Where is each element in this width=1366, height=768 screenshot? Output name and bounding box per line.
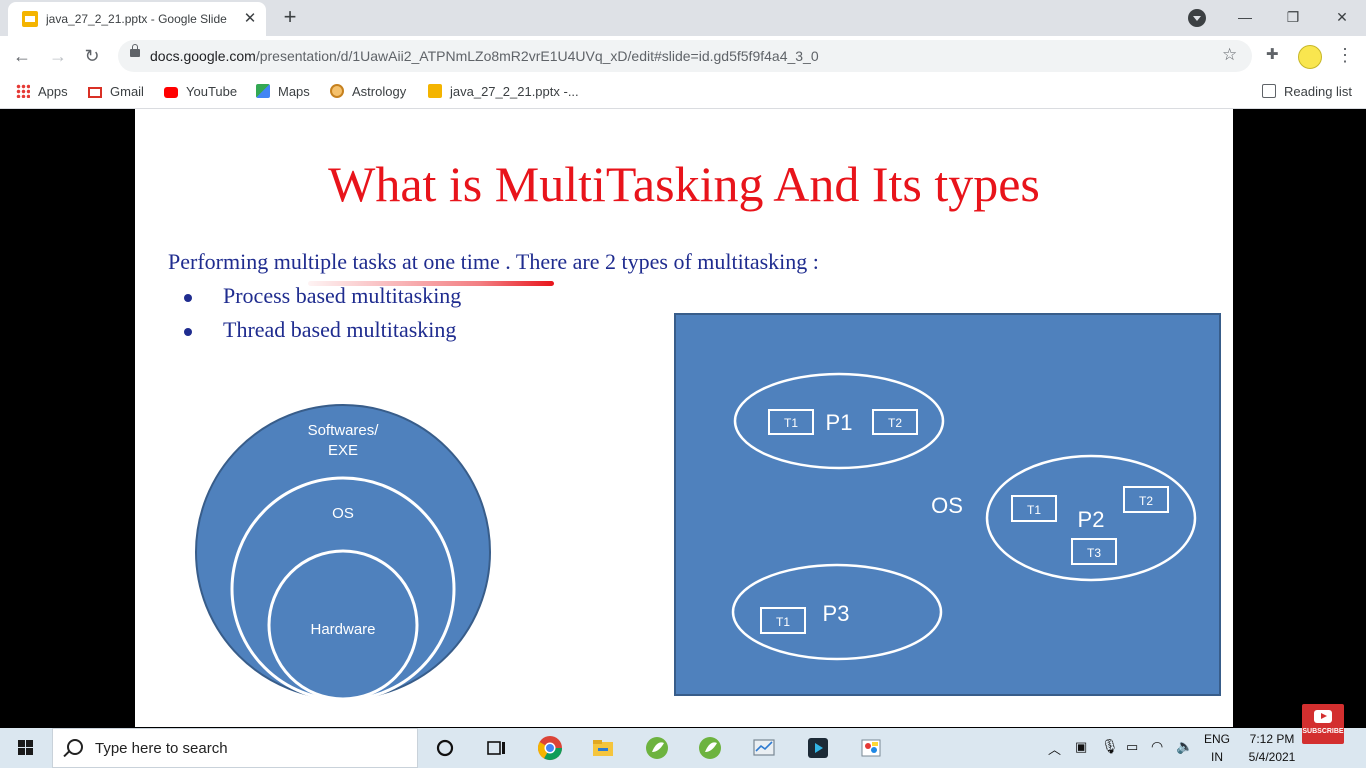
bookmark-astrology[interactable]: Astrology [330,82,406,102]
paint-app-icon[interactable] [857,734,885,762]
tab-search-icon[interactable] [1188,9,1206,27]
process-label-p2: P2 [1078,507,1105,532]
bookmark-label: Maps [278,84,310,99]
windows-start-icon[interactable] [0,728,52,768]
search-placeholder: Type here to search [95,740,228,757]
slides-icon [428,84,442,98]
bookmark-star-icon[interactable]: ☆ [1222,45,1237,65]
bookmark-label: java_27_2_21.pptx -... [450,84,579,99]
bullet-dot [184,294,192,302]
thread-label: T1 [1027,503,1041,517]
search-icon [67,739,83,755]
slide-intro-text: Performing multiple tasks at one time . … [168,249,819,274]
tray-wifi-icon[interactable]: ◠ [1151,738,1163,755]
layer-label-hardware: Hardware [310,621,375,638]
bookmark-label: Gmail [110,84,144,99]
chrome-icon[interactable] [536,734,564,762]
bullet-process-based: Process based multitasking [223,283,462,308]
url-host: docs.google.com [150,48,256,64]
lock-icon[interactable] [130,44,140,57]
thread-label: T2 [888,416,902,430]
slide-title: What is MultiTasking And Its types [328,156,1040,212]
tray-chevron-up-icon[interactable]: ︿ [1048,739,1061,758]
layer-label-software: Softwares/ [308,422,380,439]
layer-circles-diagram: Softwares/ EXE OS Hardware [195,404,491,702]
tab-close-icon[interactable]: ✕ [241,10,259,28]
browser-tab[interactable]: java_27_2_21.pptx - Google Slide ✕ [8,2,266,36]
tray-lang-region: IN [1211,750,1223,764]
subscribe-badge[interactable]: SUBSCRIBE [1302,704,1344,744]
tray-meeting-icon[interactable]: ▣ [1075,739,1087,755]
close-window-button[interactable]: ✕ [1330,6,1354,28]
tray-battery-icon[interactable]: ▭ [1126,739,1138,755]
profile-avatar[interactable] [1298,45,1322,69]
bookmark-maps[interactable]: Maps [256,82,310,102]
browser-toolbar: ← → ↻ docs.google.com/presentation/d/1Ua… [0,36,1366,76]
reload-icon[interactable]: ↻ [80,44,104,68]
astrology-icon [330,84,344,98]
browser-tab-strip: java_27_2_21.pptx - Google Slide ✕ + — ❐… [0,0,1366,36]
process-label-p1: P1 [826,410,853,435]
bookmark-gmail[interactable]: Gmail [88,82,144,102]
tray-clock[interactable]: 7:12 PM 5/4/2021 [1242,730,1302,766]
slide-canvas: What is MultiTasking And Its types Perfo… [135,109,1233,727]
resource-monitor-icon[interactable] [750,734,778,762]
thread-label: T3 [1087,546,1101,560]
reading-list-label: Reading list [1284,84,1352,99]
minimize-button[interactable]: — [1233,6,1257,28]
reading-list[interactable]: Reading list [1262,82,1352,102]
tray-lang-primary: ENG [1203,732,1230,746]
process-label-p3: P3 [823,601,850,626]
bookmark-label: Apps [38,84,68,99]
media-app-icon[interactable] [804,734,832,762]
youtube-icon [164,87,178,98]
extensions-puzzle-icon[interactable]: ✚ [1266,45,1279,63]
url-path: /presentation/d/1UawAii2_ATPNmLZo8mR2vrE… [255,48,819,64]
os-label: OS [931,493,963,518]
tray-language[interactable]: ENG IN [1202,730,1232,766]
spring-tool-icon[interactable] [643,734,671,762]
forward-arrow-icon[interactable]: → [46,44,70,68]
thread-label: T1 [784,416,798,430]
tray-microphone-icon[interactable]: 🎙 [1101,738,1119,755]
taskbar-search-box[interactable]: Type here to search [52,728,418,768]
tray-volume-icon[interactable]: 🔈 [1176,738,1193,755]
spring-tool-2-icon[interactable] [696,734,724,762]
tray-date: 5/4/2021 [1248,750,1296,764]
cortana-icon[interactable] [431,734,459,762]
task-view-icon[interactable] [482,734,510,762]
maps-icon [256,84,270,98]
apps-grid-icon [16,84,30,98]
bullet-dot [184,328,192,336]
slides-favicon-icon [22,11,38,27]
os-process-diagram: OS T1 P1 T2 T1 P2 T2 T3 T1 P3 [674,313,1221,696]
restore-button[interactable]: ❐ [1281,6,1305,28]
bookmark-label: Astrology [352,84,407,99]
bookmark-slides[interactable]: java_27_2_21.pptx -... [428,82,579,102]
bookmark-label: YouTube [186,84,238,99]
url-text[interactable]: docs.google.com/presentation/d/1UawAii2_… [150,48,819,64]
bullet-thread-based: Thread based multitasking [223,317,457,342]
tab-title: java_27_2_21.pptx - Google Slide [46,12,227,26]
new-tab-button[interactable]: + [278,5,302,29]
layer-label-os: OS [332,505,354,522]
menu-kebab-icon[interactable]: ⋮ [1336,45,1354,65]
subscribe-label: SUBSCRIBE [1302,728,1344,735]
reading-list-icon [1262,84,1276,98]
youtube-play-icon [1314,710,1332,723]
gmail-icon [88,87,102,98]
thread-label: T2 [1139,494,1153,508]
bookmarks-bar: Apps Gmail YouTube Maps Astrology java_2… [0,76,1366,109]
file-explorer-icon[interactable] [589,734,617,762]
thread-label: T1 [776,615,790,629]
bookmark-youtube[interactable]: YouTube [164,82,237,102]
tray-time: 7:12 PM [1249,732,1295,746]
address-bar[interactable]: docs.google.com/presentation/d/1UawAii2_… [118,40,1252,72]
back-arrow-icon[interactable]: ← [10,44,34,68]
layer-label-exe: EXE [328,442,358,459]
windows-taskbar: Type here to search ︿ ▣ 🎙 ▭ ◠ 🔈 ENG IN 7… [0,728,1366,768]
bookmark-apps[interactable]: Apps [16,82,68,102]
